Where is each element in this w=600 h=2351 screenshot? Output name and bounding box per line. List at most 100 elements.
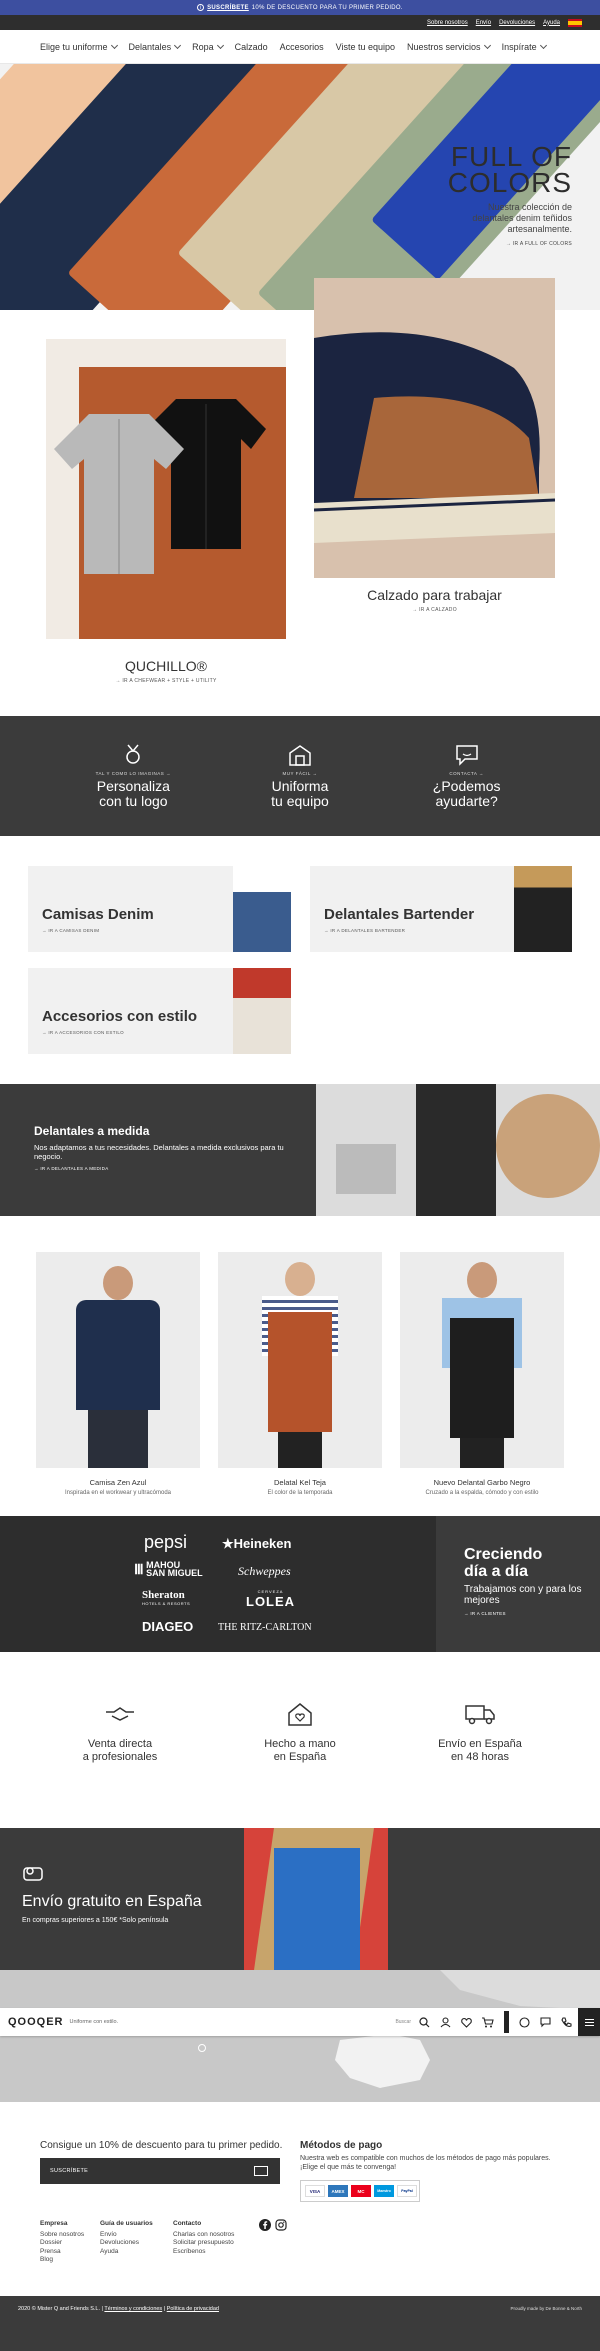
hero-cta[interactable]: → IR A FULL OF COLORS <box>448 241 572 247</box>
nav-item-servicios[interactable]: Nuestros servicios <box>407 41 491 52</box>
feature-customize[interactable]: TAL Y COMO LO IMAGINAS → Personaliza con … <box>68 743 198 809</box>
product-card[interactable]: Nuevo Delantal Garbo Negro Cruzado a la … <box>400 1252 564 1496</box>
footer-link[interactable]: Escríbenos <box>173 2248 234 2257</box>
spain-flag-icon[interactable] <box>568 18 582 27</box>
quchillo-cta[interactable]: → IR A CHEFWEAR + STYLE + UTILITY <box>46 678 286 684</box>
footer-link[interactable]: Solicitar presupuesto <box>173 2239 234 2248</box>
shipping-text: Envío gratuito en España En compras supe… <box>22 1864 202 1925</box>
facebook-icon[interactable] <box>259 2219 271 2231</box>
instagram-icon[interactable] <box>275 2219 287 2231</box>
clients-cta[interactable]: → IR A CLIENTES <box>464 1611 600 1616</box>
footer: Consigue un 10% de descuento para tu pri… <box>0 2102 600 2296</box>
search-input[interactable]: Buscar <box>395 2019 411 2025</box>
toplink-help[interactable]: Ayuda <box>543 20 560 26</box>
footer-link[interactable]: Dossier <box>40 2239 84 2248</box>
product-name: Delatal Kel Teja <box>274 1478 326 1487</box>
custom-cta[interactable]: → IR A DELANTALES A MEDIDA <box>34 1166 284 1171</box>
footer-link[interactable]: Charlas con nosotros <box>173 2231 234 2240</box>
brand-logo[interactable]: QOOQER <box>8 2016 64 2028</box>
user-icon[interactable] <box>440 2016 451 2028</box>
visa-icon: VISA <box>305 2185 325 2197</box>
hero-cta-label: IR A FULL OF COLORS <box>512 241 572 247</box>
category-delantales-bartender[interactable]: Delantales Bartender → IR A DELANTALES B… <box>310 866 572 952</box>
nav-item-delantales[interactable]: Delantales <box>128 41 182 52</box>
client-logo-pepsi: pepsi <box>144 1532 188 1552</box>
hero-subtitle: Nuestra colección de delantales denim te… <box>472 202 572 234</box>
product-card[interactable]: Delatal Kel Teja El color de la temporad… <box>218 1252 382 1496</box>
clients-band: pepsi ★Heineken Ⅲ MAHOU SAN MIGUEL Schwep… <box>0 1516 600 1652</box>
nav-item-uniforme[interactable]: Elige tu uniforme <box>40 41 118 52</box>
footer-link[interactable]: Devoluciones <box>100 2239 153 2248</box>
footer-link[interactable]: Ayuda <box>100 2248 153 2257</box>
promo-subscribe-link[interactable]: SUSCRÍBETE <box>207 5 249 11</box>
privacy-link[interactable]: Política de privacidad <box>167 2306 219 2312</box>
chevron-down-icon <box>110 41 118 49</box>
paypal-icon: PayPal <box>397 2185 417 2197</box>
cart-icon[interactable] <box>482 2016 494 2028</box>
copyright-text: 2020 © Mister Q and Friends S.L. <box>18 2306 101 2312</box>
nav-label: Nuestros servicios <box>407 41 481 52</box>
feature-help[interactable]: CONTACTA → ¿Podemos ayudarte? <box>402 743 532 809</box>
quchillo-card[interactable] <box>46 339 286 639</box>
quchillo-cta-label: IR A CHEFWEAR + STYLE + UTILITY <box>122 678 217 684</box>
category-camisas-denim[interactable]: Camisas Denim → IR A CAMISAS DENIM <box>28 866 291 952</box>
clients-title: Creciendo día a día <box>464 1546 543 1580</box>
phone-icon[interactable] <box>561 2016 572 2028</box>
newsletter-input[interactable]: SUSCRÍBETE <box>40 2158 280 2184</box>
shipping-description: En compras superiores a 150€ *Solo penín… <box>22 1917 169 1924</box>
footer-link[interactable]: Sobre nosotros <box>40 2231 84 2240</box>
toplink-returns[interactable]: Devoluciones <box>499 20 535 26</box>
hero-banner[interactable]: FULL OF COLORS Nuestra colección de dela… <box>0 64 600 310</box>
nav-item-ropa[interactable]: Ropa <box>192 41 224 52</box>
product-name: Camisa Zen Azul <box>89 1478 147 1487</box>
quchillo-title[interactable]: QUCHILLO® <box>46 658 286 674</box>
chat-icon[interactable] <box>540 2016 551 2028</box>
feature-kicker: TAL Y COMO LO IMAGINAS → <box>95 771 172 776</box>
hamburger-line <box>584 2024 594 2026</box>
client-logo-sheraton-sub: HOTELS & RESORTS <box>142 1601 191 1606</box>
footwear-card[interactable] <box>314 278 555 578</box>
credit-link[interactable]: Proudly made by De Bonne & North <box>510 2306 582 2311</box>
nav-item-accesorios[interactable]: Accesorios <box>280 42 324 52</box>
client-logo-ritz-carlton: THE RITZ-CARLTON <box>218 1622 312 1633</box>
footer-link[interactable]: Envío <box>100 2231 153 2240</box>
search-icon[interactable] <box>419 2016 430 2028</box>
footwear-cta[interactable]: → IR A CALZADO <box>314 607 555 613</box>
heart-icon[interactable] <box>461 2017 472 2028</box>
nav-label: Inspírate <box>501 41 537 52</box>
benefit-text: Hecho a mano en España <box>264 1738 336 1763</box>
product-card[interactable]: Camisa Zen Azul Inspirada en el workwear… <box>36 1252 200 1496</box>
nav-item-inspirate[interactable]: Inspírate <box>501 41 547 52</box>
featured-products: Camisa Zen Azul Inspirada en el workwear… <box>0 1216 600 1516</box>
toplink-about[interactable]: Sobre nosotros <box>427 20 468 26</box>
footwear-title[interactable]: Calzado para trabajar <box>314 587 555 603</box>
hero-title-line2: COLORS <box>447 167 572 198</box>
footer-col-contact: Contacto Charlas con nosotros Solicitar … <box>173 2220 234 2256</box>
feature-team[interactable]: MUY FÁCIL → Uniforma tu equipo <box>235 743 365 809</box>
footer-link[interactable]: Blog <box>40 2256 84 2265</box>
clients-cta-panel[interactable]: Creciendo día a día Trabajamos con y para… <box>436 1516 600 1652</box>
category-grid: Camisas Denim → IR A CAMISAS DENIM Delan… <box>0 836 600 1084</box>
client-logo-heineken: ★Heineken <box>222 1536 292 1551</box>
custom-aprons-banner[interactable]: Delantales a medida Nos adaptamos a tus … <box>0 1084 600 1216</box>
footer-link[interactable]: Prensa <box>40 2248 84 2257</box>
category-accesorios[interactable]: Accesorios con estilo → IR A ACCESORIOS … <box>28 968 291 1054</box>
product-description: Cruzado a la espalda, cómodo y con estil… <box>425 1490 539 1496</box>
toplink-shipping[interactable]: Envío <box>476 20 491 26</box>
chat-smile-icon <box>402 743 532 767</box>
whatsapp-icon[interactable] <box>519 2016 530 2028</box>
product-description: El color de la temporada <box>267 1490 333 1496</box>
map-pin-icon <box>198 2044 206 2052</box>
terms-link[interactable]: Términos y condiciones <box>104 2306 162 2312</box>
site-header-bar: QOOQER Uniforme con estilo. Buscar <box>0 2008 600 2036</box>
envelope-icon[interactable] <box>254 2166 268 2176</box>
promo-bar[interactable]: i SUSCRÍBETE 10% DE DESCUENTO PARA TU PR… <box>0 0 600 15</box>
newsletter-placeholder: SUSCRÍBETE <box>50 2168 89 2174</box>
nav-label: Delantales <box>128 41 172 52</box>
product-name: Nuevo Delantal Garbo Negro <box>433 1478 531 1487</box>
nav-item-viste-tu-equipo[interactable]: Viste tu equipo <box>336 42 395 52</box>
menu-button[interactable] <box>578 2008 600 2036</box>
free-shipping-banner: Envío gratuito en España En compras supe… <box>0 1828 600 1970</box>
footer-col-users: Guía de usuarios Envío Devoluciones Ayud… <box>100 2220 153 2256</box>
nav-item-calzado[interactable]: Calzado <box>235 42 268 52</box>
